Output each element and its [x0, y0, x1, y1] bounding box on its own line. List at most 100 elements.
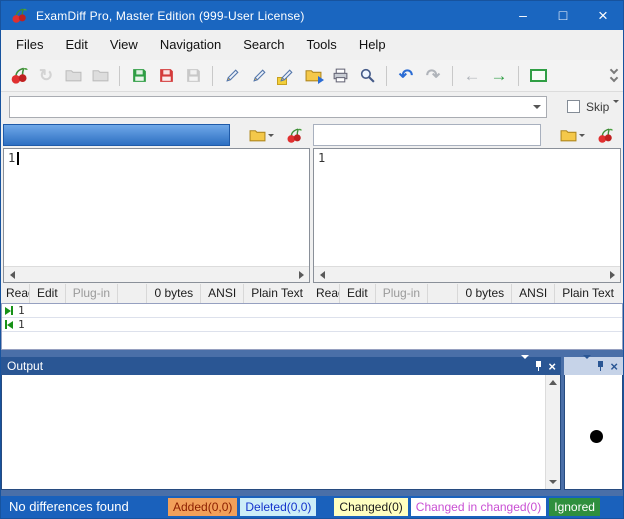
- save-first-file-button[interactable]: [127, 64, 151, 88]
- right-horizontal-scrollbar[interactable]: [314, 266, 620, 282]
- app-cherries-icon: [10, 7, 28, 25]
- scroll-right-button[interactable]: [604, 267, 620, 282]
- combobox-dropdown-button[interactable]: [528, 97, 546, 117]
- left-pane-header: [3, 122, 310, 148]
- status-message: No differences found: [9, 499, 129, 514]
- cherries-icon: [286, 127, 303, 144]
- overview-panel-buttons: ×: [583, 359, 623, 373]
- output-panel-header[interactable]: Output ×: [1, 357, 561, 375]
- skip-checkbox[interactable]: [567, 100, 580, 113]
- scroll-right-button[interactable]: [293, 267, 309, 282]
- next-difference-button[interactable]: →: [487, 64, 511, 88]
- previous-difference-button[interactable]: ←: [460, 64, 484, 88]
- text-caret: [17, 152, 19, 165]
- left-editor[interactable]: 1: [3, 148, 310, 283]
- overview-content[interactable]: [564, 375, 623, 490]
- menu-navigation[interactable]: Navigation: [149, 30, 232, 60]
- difference-line-number: 1: [18, 304, 25, 317]
- open-first-file-button[interactable]: [61, 64, 85, 88]
- folder-icon: [249, 127, 266, 144]
- diff-panes: 1 Read Edit Plug-in 0 bytes ANSI Plain T…: [1, 122, 623, 303]
- quick-edit-button[interactable]: [274, 64, 298, 88]
- menu-view[interactable]: View: [99, 30, 149, 60]
- toolbar-separator: [386, 66, 387, 86]
- difference-row[interactable]: 1: [2, 304, 622, 318]
- minimize-button[interactable]: –: [503, 1, 543, 30]
- scroll-up-button[interactable]: [546, 375, 560, 390]
- right-editor[interactable]: 1: [313, 148, 621, 283]
- status-badge-changed-in-changed: Changed in changed(0): [411, 498, 546, 516]
- chevron-down-icon: [583, 355, 591, 373]
- menu-search[interactable]: Search: [232, 30, 295, 60]
- panel-close-button[interactable]: ×: [610, 360, 618, 373]
- plugin-indicator: Plug-in: [376, 284, 428, 303]
- magnifier-icon: [359, 67, 376, 84]
- left-file-name-box[interactable]: [3, 124, 230, 146]
- options-button[interactable]: [526, 64, 550, 88]
- toolbar-separator: [518, 66, 519, 86]
- right-pane: 1 Read Edit Plug-in 0 bytes ANSI Plain T…: [313, 122, 621, 303]
- options-combobox[interactable]: [9, 96, 547, 118]
- menu-edit[interactable]: Edit: [54, 30, 98, 60]
- difference-row[interactable]: 1: [2, 318, 622, 332]
- right-pane-header: [313, 122, 621, 148]
- right-open-file-button[interactable]: [554, 123, 590, 147]
- toolbar-separator: [119, 66, 120, 86]
- bar-overflow-button[interactable]: [611, 103, 619, 121]
- find-button[interactable]: [355, 64, 379, 88]
- output-content[interactable]: [1, 375, 561, 490]
- triangle-left-icon: [320, 271, 325, 279]
- edit-indicator: Edit: [340, 284, 376, 303]
- chevron-down-icon: [268, 134, 274, 137]
- scroll-left-button[interactable]: [314, 267, 330, 282]
- copy-to-left-icon: [5, 320, 13, 329]
- output-vertical-scrollbar[interactable]: [545, 375, 560, 489]
- refresh-button[interactable]: ↻: [34, 64, 58, 88]
- redo-button[interactable]: ↷: [421, 64, 445, 88]
- pin-icon[interactable]: [597, 361, 604, 372]
- folder-icon: [92, 67, 109, 84]
- menu-tools[interactable]: Tools: [295, 30, 347, 60]
- right-compare-button[interactable]: [592, 123, 618, 147]
- right-pane-status-bar: Read Edit Plug-in 0 bytes ANSI Plain Tex…: [313, 283, 621, 303]
- save-files-button[interactable]: [181, 64, 205, 88]
- open-session-button[interactable]: [301, 64, 325, 88]
- edit-second-file-button[interactable]: [247, 64, 271, 88]
- panel-close-button[interactable]: ×: [548, 360, 556, 373]
- file-size-indicator: 0 bytes: [146, 284, 200, 303]
- panel-menu-button[interactable]: [521, 359, 529, 373]
- differences-panel: 1 1: [1, 303, 623, 350]
- output-panel-title: Output: [7, 359, 43, 373]
- status-badge-added: Added(0,0): [168, 498, 237, 516]
- save-second-file-button[interactable]: [154, 64, 178, 88]
- pin-icon[interactable]: [535, 361, 542, 372]
- scroll-left-button[interactable]: [4, 267, 20, 282]
- close-button[interactable]: ×: [583, 1, 623, 30]
- menu-help[interactable]: Help: [348, 30, 397, 60]
- encoding-indicator: ANSI: [511, 284, 554, 303]
- toolbar-overflow-button[interactable]: [608, 68, 620, 83]
- right-file-name-box[interactable]: [313, 124, 541, 146]
- triangle-right-icon: [299, 271, 304, 279]
- undo-button[interactable]: ↶: [394, 64, 418, 88]
- menu-files[interactable]: Files: [5, 30, 54, 60]
- status-badge-deleted: Deleted(0,0): [240, 498, 316, 516]
- print-button[interactable]: [328, 64, 352, 88]
- syntax-indicator: Plain Text: [243, 284, 310, 303]
- panel-menu-button[interactable]: [583, 359, 591, 373]
- overview-dot: [590, 430, 603, 443]
- edit-first-file-button[interactable]: [220, 64, 244, 88]
- scroll-down-button[interactable]: [546, 474, 560, 489]
- triangle-down-icon: [549, 480, 557, 484]
- maximize-button[interactable]: □: [543, 1, 583, 30]
- window-controls: – □ ×: [503, 1, 623, 30]
- options-icon: [530, 69, 547, 82]
- left-horizontal-scrollbar[interactable]: [4, 266, 309, 282]
- compare-button[interactable]: [7, 64, 31, 88]
- left-pane-status-bar: Read Edit Plug-in 0 bytes ANSI Plain Tex…: [3, 283, 310, 303]
- left-compare-button[interactable]: [281, 123, 307, 147]
- overview-panel-header[interactable]: ×: [564, 357, 623, 375]
- open-second-file-button[interactable]: [88, 64, 112, 88]
- left-open-file-button[interactable]: [243, 123, 279, 147]
- chevron-down-icon: [521, 355, 529, 373]
